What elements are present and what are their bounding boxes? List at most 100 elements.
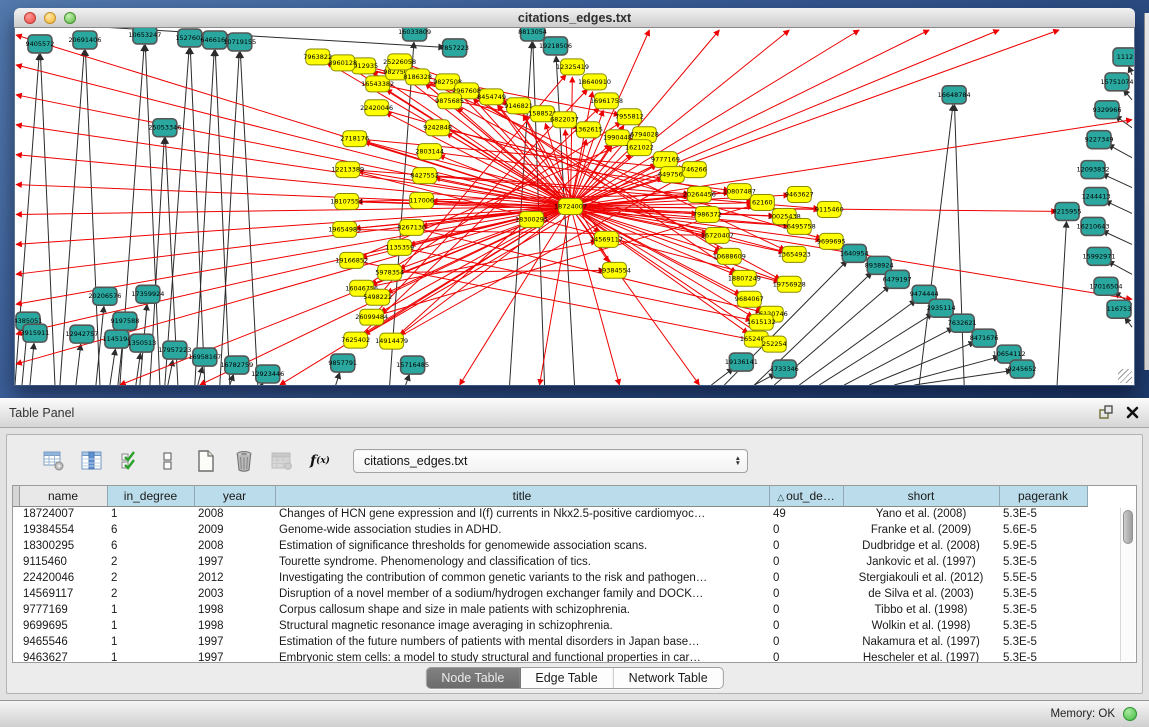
table-cell[interactable]: 9465546 (19, 634, 107, 650)
graph-node[interactable]: 16210643 (1077, 217, 1110, 235)
table-cell[interactable]: 1 (107, 506, 194, 522)
table-cell[interactable]: 1 (107, 618, 194, 634)
table-cell[interactable]: 1997 (194, 634, 275, 650)
row-height-icon[interactable] (155, 448, 181, 474)
table-cell[interactable]: 5.3E-5 (999, 586, 1087, 602)
column-header-name[interactable]: name (19, 486, 107, 506)
graph-node[interactable]: 17359924 (131, 285, 164, 303)
graph-node[interactable]: 19218506 (539, 37, 572, 55)
graph-node[interactable]: 8960128 (328, 55, 357, 71)
table-cell[interactable]: 2 (107, 570, 194, 586)
table-cell[interactable]: Wolkin et al. (1998) (843, 618, 999, 634)
graph-node[interactable]: 15751074 (1101, 73, 1134, 91)
column-header-title[interactable]: title (275, 486, 769, 506)
table-cell[interactable]: Tourette syndrome. Phenomenology and cla… (275, 554, 769, 570)
table-cell[interactable]: Embryonic stem cells: a model to study s… (275, 650, 769, 663)
graph-node[interactable]: 25053346 (148, 119, 181, 137)
graph-node[interactable]: 7986372 (693, 207, 722, 223)
table-cell[interactable]: 0 (769, 554, 843, 570)
graph-node[interactable]: 9197588 (110, 312, 139, 330)
graph-node[interactable]: 10653247 (128, 28, 161, 44)
graph-node[interactable]: 15716485 (396, 356, 429, 374)
memory-status-indicator[interactable] (1123, 707, 1137, 721)
graph-node[interactable]: 9857791 (328, 354, 357, 372)
table-cell[interactable]: 0 (769, 538, 843, 554)
graph-node[interactable]: 8813054 (518, 28, 547, 41)
graph-node[interactable]: 6479197 (883, 270, 912, 288)
close-panel-icon[interactable] (1126, 406, 1139, 419)
table-cell[interactable]: Estimation of the future numbers of pati… (275, 634, 769, 650)
graph-node[interactable]: 252254 (762, 336, 787, 352)
graph-node[interactable]: 8186328 (403, 69, 432, 85)
table-row[interactable]: 946362711997Embryonic stem cells: a mode… (13, 650, 1087, 663)
table-cell[interactable]: 0 (769, 602, 843, 618)
graph-node[interactable]: 16961758 (590, 93, 623, 109)
table-cell[interactable]: 1 (107, 634, 194, 650)
table-cell[interactable]: 2003 (194, 586, 275, 602)
table-row[interactable]: 1830029562008Estimation of significance … (13, 538, 1087, 554)
tab-edge-table[interactable]: Edge Table (520, 668, 613, 688)
tab-node-table[interactable]: Node Table (426, 668, 520, 688)
graph-node[interactable]: 8454749 (477, 89, 506, 105)
column-header-in-degree[interactable]: in_degree (107, 486, 194, 506)
graph-node[interactable]: 2718176 (340, 131, 369, 147)
scrollbar-thumb[interactable] (1123, 510, 1133, 544)
table-cell[interactable]: Yano et al. (2008) (843, 506, 999, 522)
table-cell[interactable]: 2009 (194, 522, 275, 538)
table-cell[interactable]: 2 (107, 554, 194, 570)
table-cell[interactable]: 5.5E-5 (999, 570, 1087, 586)
graph-node[interactable]: 13654923 (778, 246, 811, 262)
graph-node[interactable]: 7963822 (303, 49, 332, 65)
table-cell[interactable]: de Silva et al. (2003) (843, 586, 999, 602)
graph-node[interactable]: 19384554 (598, 262, 631, 278)
graph-node[interactable]: 7632621 (948, 314, 977, 332)
graph-node[interactable]: 116753 (1107, 300, 1132, 318)
graph-node[interactable]: 9875685 (435, 93, 464, 109)
table-cell[interactable]: 9463627 (19, 650, 107, 663)
graph-node[interactable]: 19654983 (328, 221, 361, 237)
table-cell[interactable]: Investigating the contribution of common… (275, 570, 769, 586)
graph-node[interactable]: 18640910 (578, 74, 611, 90)
table-cell[interactable]: 18300295 (19, 538, 107, 554)
table-row[interactable]: 1872400712008Changes of HCN gene express… (13, 506, 1087, 522)
table-cell[interactable]: 1997 (194, 554, 275, 570)
table-cell[interactable]: 0 (769, 586, 843, 602)
graph-node[interactable]: 12093832 (1077, 161, 1110, 179)
table-cell[interactable]: 0 (769, 634, 843, 650)
graph-node[interactable]: 25226058 (383, 54, 416, 70)
graph-node[interactable]: 12942757 (65, 325, 98, 343)
table-row[interactable]: 969969511998Structural magnetic resonanc… (13, 618, 1087, 634)
table-cell[interactable]: 5.3E-5 (999, 602, 1087, 618)
new-column-icon[interactable] (193, 448, 219, 474)
graph-node[interactable]: 9329966 (1093, 101, 1122, 119)
window-resize-grip[interactable] (1118, 369, 1132, 383)
table-cell[interactable]: 1 (107, 602, 194, 618)
table-cell[interactable]: 9115460 (19, 554, 107, 570)
table-cell[interactable]: 0 (769, 522, 843, 538)
graph-node[interactable]: 10719155 (223, 33, 256, 51)
graph-node[interactable]: 1362615 (574, 122, 603, 138)
table-cell[interactable]: Corpus callosum shape and size in male p… (275, 602, 769, 618)
table-cell[interactable]: 0 (769, 650, 843, 663)
table-cell[interactable]: Stergiakouli et al. (2012) (843, 570, 999, 586)
graph-node[interactable]: 15992971 (1083, 247, 1116, 265)
graph-node[interactable]: 16033809 (398, 28, 431, 41)
table-cell[interactable]: Changes of HCN gene expression and I(f) … (275, 506, 769, 522)
graph-node[interactable]: 9242848 (423, 120, 452, 136)
graph-node[interactable]: 1244413 (1082, 188, 1111, 206)
graph-node[interactable]: 14569117 (590, 231, 623, 247)
column-header-short[interactable]: short (843, 486, 999, 506)
graph-node[interactable]: 12213389 (331, 162, 364, 178)
graph-node[interactable]: 7955812 (615, 109, 644, 125)
table-cell[interactable]: Hescheler et al. (1997) (843, 650, 999, 663)
column-header-year[interactable]: year (194, 486, 275, 506)
table-cell[interactable]: Genome-wide association studies in ADHD. (275, 522, 769, 538)
table-vertical-scrollbar[interactable] (1120, 508, 1135, 661)
graph-node[interactable]: 8471676 (970, 329, 999, 347)
graph-node[interactable]: 3915911 (21, 324, 50, 342)
graph-node[interactable]: 20206576 (88, 287, 121, 305)
float-panel-icon[interactable] (1099, 405, 1114, 419)
table-cell[interactable]: 5.3E-5 (999, 634, 1087, 650)
graph-node[interactable]: 1733346 (770, 360, 799, 378)
graph-node[interactable]: 9463627 (785, 187, 814, 203)
